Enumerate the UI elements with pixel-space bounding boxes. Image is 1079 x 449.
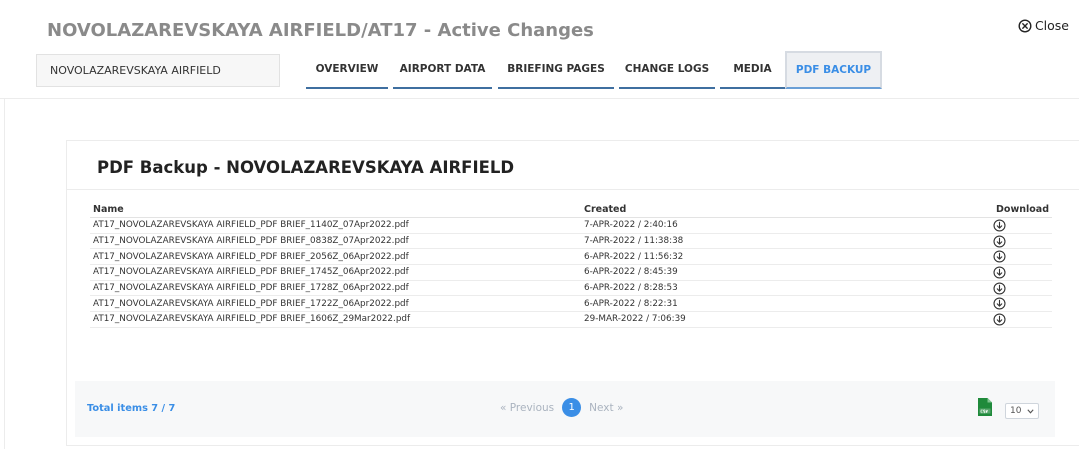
panel-title: PDF Backup - NOVOLAZAREVSKAYA AIRFIELD bbox=[97, 158, 515, 177]
page-size-value: 10 bbox=[1010, 406, 1022, 416]
download-circle-icon[interactable] bbox=[992, 266, 1006, 279]
chevron-down-icon bbox=[1027, 408, 1034, 414]
table-header: Name Created Download bbox=[90, 202, 1052, 218]
created-date: 7-APR-2022 / 2:40:16 bbox=[584, 220, 678, 231]
column-header-name[interactable]: Name bbox=[90, 204, 584, 215]
table-row: AT17_NOVOLAZAREVSKAYA AIRFIELD_PDF BRIEF… bbox=[90, 265, 1052, 281]
content-left-border bbox=[4, 99, 5, 449]
created-date: 6-APR-2022 / 8:22:31 bbox=[584, 298, 678, 309]
file-name: AT17_NOVOLAZAREVSKAYA AIRFIELD_PDF BRIEF… bbox=[93, 298, 409, 309]
csv-file-icon[interactable] bbox=[978, 398, 992, 416]
tab-briefing-pages[interactable]: BRIEFING PAGES bbox=[498, 51, 614, 89]
column-header-download: Download bbox=[996, 204, 1049, 215]
created-date: 6-APR-2022 / 8:45:39 bbox=[584, 267, 678, 278]
table-footer: Total items 7 / 7 « Previous 1 Next » 10 bbox=[75, 381, 1055, 437]
download-cell bbox=[944, 282, 1052, 295]
total-items: Total items 7 / 7 bbox=[87, 403, 176, 414]
tab-pdf-backup[interactable]: PDF BACKUP bbox=[785, 51, 882, 89]
download-circle-icon[interactable] bbox=[992, 250, 1006, 263]
download-circle-icon[interactable] bbox=[992, 219, 1006, 232]
column-header-created[interactable]: Created bbox=[584, 204, 944, 215]
panel-divider bbox=[67, 189, 1079, 190]
download-cell bbox=[944, 313, 1052, 326]
table-row: AT17_NOVOLAZAREVSKAYA AIRFIELD_PDF BRIEF… bbox=[90, 234, 1052, 250]
page-title: NOVOLAZAREVSKAYA AIRFIELD/AT17 - Active … bbox=[47, 20, 594, 41]
file-name: AT17_NOVOLAZAREVSKAYA AIRFIELD_PDF BRIEF… bbox=[93, 314, 411, 325]
tab-airport-data[interactable]: AIRPORT DATA bbox=[393, 51, 492, 89]
download-circle-icon[interactable] bbox=[992, 282, 1006, 295]
download-cell bbox=[944, 250, 1052, 263]
close-circle-icon bbox=[1018, 18, 1032, 33]
table-row: AT17_NOVOLAZAREVSKAYA AIRFIELD_PDF BRIEF… bbox=[90, 296, 1052, 313]
page-number-button[interactable]: 1 bbox=[562, 398, 582, 417]
created-date: 6-APR-2022 / 8:28:53 bbox=[584, 283, 678, 294]
close-label: Close bbox=[1034, 18, 1069, 33]
page-size-select[interactable]: 10 bbox=[1005, 403, 1039, 419]
download-cell bbox=[944, 234, 1052, 248]
download-circle-icon[interactable] bbox=[992, 234, 1006, 248]
tab-overview[interactable]: OVERVIEW bbox=[306, 51, 388, 89]
download-cell bbox=[944, 297, 1052, 310]
file-name: AT17_NOVOLAZAREVSKAYA AIRFIELD_PDF BRIEF… bbox=[93, 251, 409, 262]
download-circle-icon[interactable] bbox=[992, 297, 1006, 310]
header-divider bbox=[0, 98, 1079, 99]
file-name: AT17_NOVOLAZAREVSKAYA AIRFIELD_PDF BRIEF… bbox=[93, 267, 409, 278]
created-date: 6-APR-2022 / 11:56:32 bbox=[584, 251, 684, 262]
file-name: AT17_NOVOLAZAREVSKAYA AIRFIELD_PDF BRIEF… bbox=[93, 283, 409, 294]
pagination: « Previous 1 Next » bbox=[500, 398, 623, 417]
tab-change-logs[interactable]: CHANGE LOGS bbox=[619, 51, 715, 89]
table-row: AT17_NOVOLAZAREVSKAYA AIRFIELD_PDF BRIEF… bbox=[90, 312, 1052, 328]
download-circle-icon[interactable] bbox=[992, 313, 1006, 326]
next-page-button[interactable]: Next » bbox=[589, 402, 623, 414]
previous-page-button[interactable]: « Previous bbox=[500, 402, 554, 414]
file-name: AT17_NOVOLAZAREVSKAYA AIRFIELD_PDF BRIEF… bbox=[93, 220, 409, 231]
close-button[interactable]: Close bbox=[1018, 18, 1069, 33]
pdf-backup-table: Name Created Download AT17_NOVOLAZAREVSK… bbox=[90, 202, 1052, 328]
download-cell bbox=[944, 219, 1052, 232]
created-date: 29-MAR-2022 / 7:06:39 bbox=[584, 314, 686, 325]
tab-media[interactable]: MEDIA bbox=[720, 51, 785, 89]
table-row: AT17_NOVOLAZAREVSKAYA AIRFIELD_PDF BRIEF… bbox=[90, 249, 1052, 266]
table-row: AT17_NOVOLAZAREVSKAYA AIRFIELD_PDF BRIEF… bbox=[90, 218, 1052, 234]
created-date: 7-APR-2022 / 11:38:38 bbox=[584, 236, 684, 247]
table-row: AT17_NOVOLAZAREVSKAYA AIRFIELD_PDF BRIEF… bbox=[90, 281, 1052, 297]
airfield-selector[interactable]: NOVOLAZAREVSKAYA AIRFIELD bbox=[36, 54, 280, 87]
file-name: AT17_NOVOLAZAREVSKAYA AIRFIELD_PDF BRIEF… bbox=[93, 236, 409, 247]
pdf-backup-panel: PDF Backup - NOVOLAZAREVSKAYA AIRFIELD N… bbox=[66, 140, 1079, 446]
download-cell bbox=[944, 266, 1052, 279]
